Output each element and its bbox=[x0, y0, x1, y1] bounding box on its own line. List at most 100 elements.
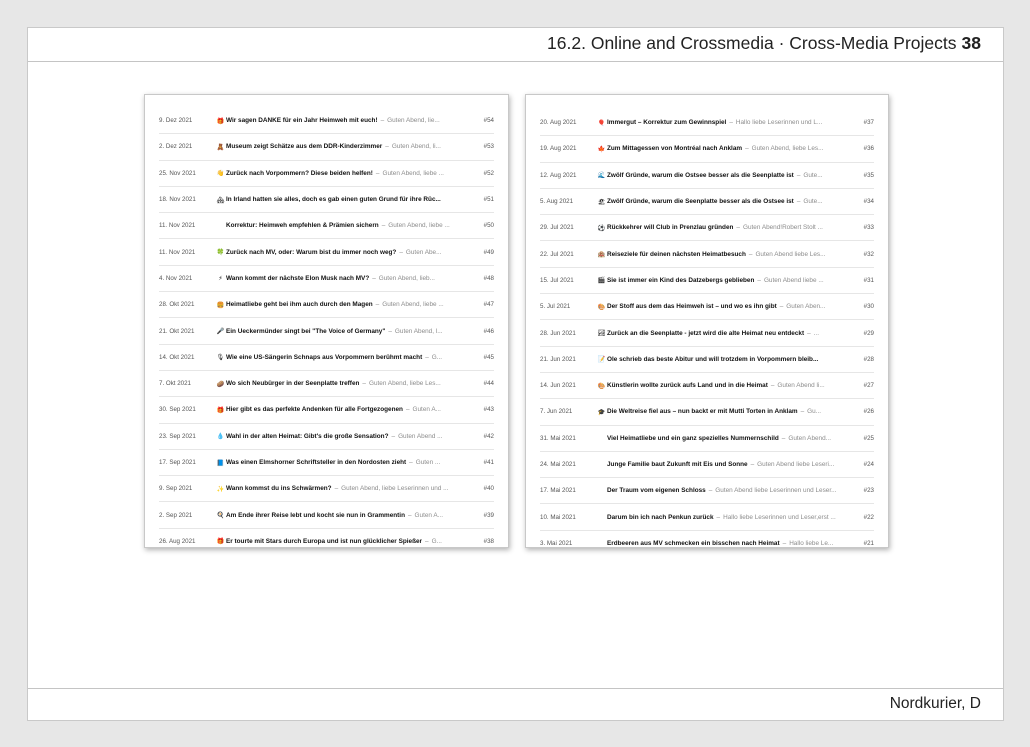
newsletter-row[interactable]: 14. Jun 2021 🎨 Künstlerin wollte zurück au… bbox=[540, 373, 874, 400]
issue-title[interactable]: Zurück nach Vorpommern? Diese beiden hel… bbox=[226, 170, 373, 177]
issue-title[interactable]: Zwölf Gründe, warum die Ostsee besser al… bbox=[607, 172, 794, 179]
issue-title[interactable]: Ole schrieb das beste Abitur und will tr… bbox=[607, 356, 818, 363]
newsletter-row[interactable]: 2. Sep 2021 🍳 Am Ende ihrer Reise lebt und… bbox=[159, 502, 494, 529]
issue-title[interactable]: Hier gibt es das perfekte Andenken für a… bbox=[226, 406, 403, 413]
issue-content: Erdbeeren aus MV schmecken ein bisschen … bbox=[607, 540, 852, 547]
issue-title[interactable]: Heimatliebe geht bei ihm auch durch den … bbox=[226, 301, 373, 308]
newsletter-row[interactable]: 12. Aug 2021 🌊 Zwölf Gründe, warum die Ost… bbox=[540, 163, 874, 189]
newsletter-row[interactable]: 17. Sep 2021 📘 Was einen Elmshorner Schrif… bbox=[159, 450, 494, 477]
issue-emoji-icon: 🎁 bbox=[216, 538, 225, 546]
issue-title[interactable]: Reiseziele für deinen nächsten Heimatbes… bbox=[607, 251, 746, 258]
issue-title[interactable]: Was einen Elmshorner Schriftsteller in d… bbox=[226, 459, 406, 466]
issue-title[interactable]: Wir sagen DANKE für ein Jahr Heimweh mit… bbox=[226, 117, 378, 124]
issue-number: #45 bbox=[483, 353, 494, 361]
newsletter-row[interactable]: 10. Mai 2021 Darum bin ich nach Penkun zu… bbox=[540, 504, 874, 531]
newsletter-row[interactable]: 31. Mai 2021 Viel Heimatliebe und ein gan… bbox=[540, 426, 874, 452]
separator-dash: – bbox=[796, 198, 801, 206]
issue-title[interactable]: Museum zeigt Schätze aus dem DDR-Kinderz… bbox=[226, 143, 382, 150]
newsletter-row[interactable]: 3. Mai 2021 Erdbeeren aus MV schmecken ei… bbox=[540, 531, 874, 547]
issue-title[interactable]: Zwölf Gründe, warum die Seenplatte besse… bbox=[607, 198, 794, 205]
issue-title[interactable]: Zurück an die Seenplatte - jetzt wird di… bbox=[607, 330, 804, 337]
newsletter-row[interactable]: 21. Okt 2021 🎤 Ein Ueckermünder singt bei … bbox=[159, 318, 494, 345]
issue-title[interactable]: Der Traum vom eigenen Schloss bbox=[607, 487, 706, 494]
issue-title[interactable]: Viel Heimatliebe und ein ganz spezielles… bbox=[607, 435, 779, 442]
newsletter-row[interactable]: 28. Okt 2021 🍔 Heimatliebe geht bei ihm au… bbox=[159, 292, 494, 319]
newsletter-row[interactable]: 29. Jul 2021 ⚽ Rückkehrer will Club in Pre… bbox=[540, 215, 874, 242]
newsletter-row[interactable]: 15. Jul 2021 🎬 Sie ist immer ein Kind des … bbox=[540, 268, 874, 295]
issue-title[interactable]: In Irland hatten sie alles, doch es gab … bbox=[226, 196, 441, 203]
issue-title[interactable]: Korrektur: Heimweh empfehlen & Prämien s… bbox=[226, 222, 379, 229]
issue-snippet: Guten Abend, liebe Leserinnen und ... bbox=[341, 485, 449, 493]
issue-snippet: Guten Abend!Robert Stolt ... bbox=[742, 224, 823, 232]
newsletter-row[interactable]: 28. Jun 2021 🏞 Zurück an die Seenplatte - … bbox=[540, 320, 874, 347]
newsletter-row[interactable]: 14. Okt 2021 🎙 Wie eine US-Sängerin Schnap… bbox=[159, 345, 494, 371]
issue-content: Der Traum vom eigenen Schloss – Guten Aben… bbox=[607, 487, 852, 494]
issue-date: 18. Nov 2021 bbox=[159, 196, 196, 204]
issue-emoji-icon: 🏘 bbox=[216, 196, 225, 204]
issue-title[interactable]: Wahl in der alten Heimat: Gibt's die gro… bbox=[226, 433, 389, 440]
issue-number: #46 bbox=[483, 327, 494, 335]
issue-title[interactable]: Die Weltreise fiel aus – nun backt er mi… bbox=[607, 408, 798, 415]
issue-title[interactable]: Am Ende ihrer Reise lebt und kocht sie n… bbox=[226, 512, 405, 519]
newsletter-row[interactable]: 7. Okt 2021 🥔 Wo sich Neubürger in der See… bbox=[159, 371, 494, 398]
newsletter-row[interactable]: 24. Mai 2021 Junge Familie baut Zukunft m… bbox=[540, 452, 874, 479]
issue-snippet: Guten Abend liebe ... bbox=[763, 276, 824, 284]
separator-dash: – bbox=[800, 408, 805, 416]
newsletter-row[interactable]: 20. Aug 2021 🎈 Immergut – Korrektur zum Ge… bbox=[540, 110, 874, 137]
issue-emoji-icon: 🍳 bbox=[216, 512, 225, 520]
issue-title[interactable]: Zum Mittagessen von Montréal nach Anklam bbox=[607, 145, 742, 152]
newsletter-row[interactable]: 22. Jul 2021 🏨 Reiseziele für deinen nächs… bbox=[540, 241, 874, 268]
issue-title[interactable]: Wann kommst du ins Schwärmen? bbox=[226, 485, 332, 492]
separator-dash: – bbox=[729, 119, 733, 127]
slide-title: 16.2. Online and Crossmedia · Cross-Medi… bbox=[547, 33, 981, 54]
issue-content: Heimatliebe geht bei ihm auch durch den … bbox=[226, 301, 472, 308]
issue-title[interactable]: Darum bin ich nach Penkun zurück bbox=[607, 514, 714, 521]
newsletter-row[interactable]: 17. Mai 2021 Der Traum vom eigenen Schlos… bbox=[540, 478, 874, 505]
slide-footer: Nordkurier, D bbox=[28, 688, 1003, 720]
issue-title[interactable]: Wann kommt der nächste Elon Musk nach MV… bbox=[226, 275, 369, 282]
newsletter-row[interactable]: 9. Sep 2021 ✨ Wann kommst du ins Schwärmen… bbox=[159, 476, 494, 503]
issue-date: 12. Aug 2021 bbox=[540, 171, 577, 179]
newsletter-row[interactable]: 9. Dez 2021 🎁 Wir sagen DANKE für ein Jahr… bbox=[159, 108, 494, 135]
newsletter-row[interactable]: 21. Jun 2021 📝 Ole schrieb das beste Abitu… bbox=[540, 347, 874, 373]
issue-title[interactable]: Der Stoff aus dem das Heimweh ist – und … bbox=[607, 303, 777, 310]
newsletter-row[interactable]: 7. Jun 2021 🎓 Die Weltreise fiel aus – nun… bbox=[540, 399, 874, 426]
issue-title[interactable]: Rückkehrer will Club in Prenzlau gründen bbox=[607, 224, 733, 231]
newsletter-row[interactable]: 2. Dez 2021 🧸 Museum zeigt Schätze aus dem… bbox=[159, 134, 494, 161]
issue-number: #22 bbox=[863, 513, 874, 521]
issue-title[interactable]: Ein Ueckermünder singt bei "The Voice of… bbox=[226, 328, 385, 335]
newsletter-row[interactable]: 4. Nov 2021 ⚡ Wann kommt der nächste Elon … bbox=[159, 266, 494, 293]
issue-content: Reiseziele für deinen nächsten Heimatbes… bbox=[607, 251, 852, 258]
separator-dash: – bbox=[375, 301, 380, 309]
issue-date: 14. Jun 2021 bbox=[540, 382, 576, 390]
issue-content: Künstlerin wollte zurück aufs Land und i… bbox=[607, 382, 852, 389]
newsletter-row[interactable]: 11. Nov 2021 🍀 Zurück nach MV, oder: Warum… bbox=[159, 239, 494, 266]
issue-snippet: Hallo liebe Leserinnen und Leser,erst ..… bbox=[723, 513, 836, 521]
issue-title[interactable]: Wo sich Neubürger in der Seenplatte tref… bbox=[226, 380, 359, 387]
newsletter-row[interactable]: 23. Sep 2021 💧 Wahl in der alten Heimat: G… bbox=[159, 424, 494, 450]
newsletter-row[interactable]: 18. Nov 2021 🏘 In Irland hatten sie alles,… bbox=[159, 187, 494, 214]
issue-title[interactable]: Junge Familie baut Zukunft mit Eis und S… bbox=[607, 461, 748, 468]
newsletter-row[interactable]: 30. Sep 2021 🎁 Hier gibt es das perfekte A… bbox=[159, 397, 494, 424]
issue-title[interactable]: Sie ist immer ein Kind des Datzebergs ge… bbox=[607, 277, 754, 284]
issue-title[interactable]: Er tourte mit Stars durch Europa und ist… bbox=[226, 538, 422, 545]
issue-title[interactable]: Erdbeeren aus MV schmecken ein bisschen … bbox=[607, 540, 780, 547]
issue-date: 5. Jul 2021 bbox=[540, 303, 571, 311]
issue-content: Wie eine US-Sängerin Schnaps aus Vorpomm… bbox=[226, 354, 472, 361]
issue-content: Zwölf Gründe, warum die Seenplatte besse… bbox=[607, 198, 852, 205]
newsletter-row[interactable]: 5. Jul 2021 🎨 Der Stoff aus dem das Heimwe… bbox=[540, 294, 874, 321]
issue-emoji-icon: 🏞 bbox=[597, 330, 606, 338]
issue-title[interactable]: Zurück nach MV, oder: Warum bist du imme… bbox=[226, 249, 396, 256]
issue-date: 30. Sep 2021 bbox=[159, 406, 196, 414]
issue-snippet: Guten Abend liebe Leseri... bbox=[757, 461, 835, 468]
newsletter-row[interactable]: 26. Aug 2021 🎁 Er tourte mit Stars durch E… bbox=[159, 529, 494, 547]
newsletter-row[interactable]: 19. Aug 2021 🍁 Zum Mittagessen von Montréa… bbox=[540, 136, 874, 163]
issue-title[interactable]: Wie eine US-Sängerin Schnaps aus Vorpomm… bbox=[226, 354, 422, 361]
newsletter-row[interactable]: 11. Nov 2021 Korrektur: Heimweh empfehlen… bbox=[159, 213, 494, 240]
newsletter-row[interactable]: 25. Nov 2021 👋 Zurück nach Vorpommern? Die… bbox=[159, 161, 494, 187]
issue-title[interactable]: Immergut – Korrektur zum Gewinnspiel bbox=[607, 119, 726, 126]
newsletter-row[interactable]: 5. Aug 2021 🏖 Zwölf Gründe, warum die Seen… bbox=[540, 189, 874, 216]
issue-snippet: Gute... bbox=[803, 171, 823, 179]
issue-content: Der Stoff aus dem das Heimweh ist – und … bbox=[607, 303, 852, 310]
issue-title[interactable]: Künstlerin wollte zurück aufs Land und i… bbox=[607, 382, 768, 389]
